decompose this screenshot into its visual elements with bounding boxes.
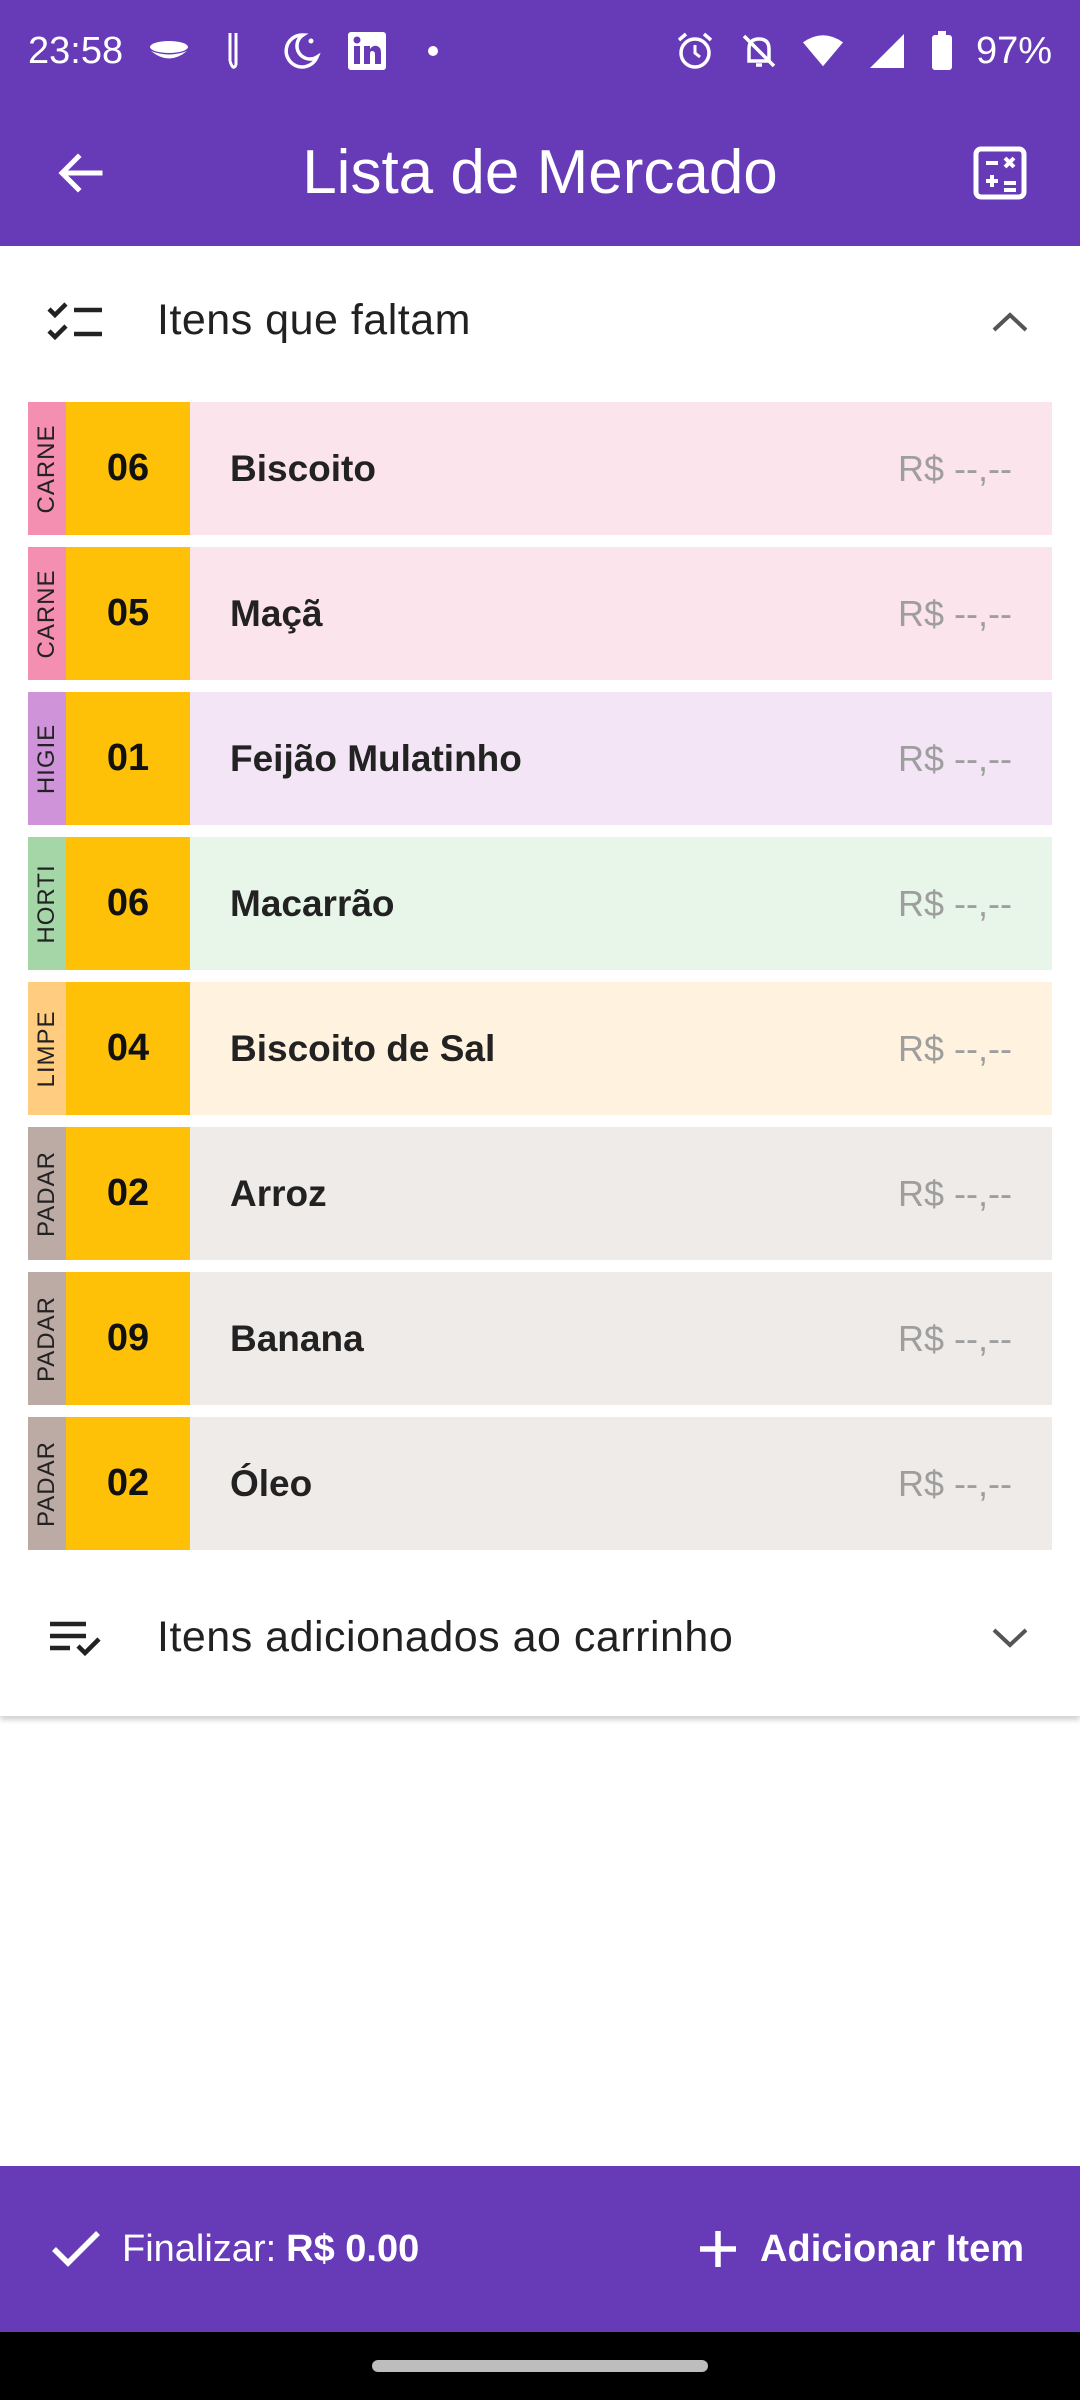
- item-name: Arroz: [230, 1173, 327, 1214]
- linkedin-icon: [346, 30, 388, 72]
- list-item[interactable]: PADAR 02 Óleo R$ --,--: [28, 1417, 1052, 1550]
- missing-items-header[interactable]: Itens que faltam: [0, 246, 1080, 398]
- item-name: Biscoito de Sal: [230, 1028, 496, 1069]
- chevron-down-icon[interactable]: [980, 1608, 1040, 1668]
- battery-icon: [930, 30, 954, 72]
- item-price: R$ --,--: [898, 1318, 1012, 1359]
- category-tag: CARNE: [28, 547, 66, 680]
- moon-icon: [280, 30, 322, 72]
- item-name: Maçã: [230, 593, 323, 634]
- home-gesture-handle[interactable]: [372, 2360, 708, 2372]
- signal-icon: [866, 30, 908, 72]
- status-bar: 23:58 97%: [0, 0, 1080, 100]
- pen-icon: [214, 30, 256, 72]
- check-icon: [52, 2231, 100, 2267]
- category-tag: PADAR: [28, 1417, 66, 1550]
- category-label: HIGIE: [33, 723, 60, 794]
- plus-icon: [700, 2231, 737, 2267]
- item-name: Feijão Mulatinho: [230, 738, 522, 779]
- category-label: PADAR: [33, 1440, 60, 1527]
- quantity-badge: 04: [66, 982, 190, 1115]
- item-price: R$ --,--: [898, 738, 1012, 779]
- playlist-check-icon: [46, 1608, 106, 1668]
- quantity-badge: 09: [66, 1272, 190, 1405]
- quantity-badge: 02: [66, 1127, 190, 1260]
- item-price: R$ --,--: [898, 1028, 1012, 1069]
- wifi-icon: [802, 30, 844, 72]
- incognito-icon: [148, 30, 190, 72]
- category-tag: HIGIE: [28, 692, 66, 825]
- calculator-button[interactable]: [960, 133, 1040, 213]
- add-item-button[interactable]: Adicionar Item: [696, 2166, 1024, 2332]
- item-body: Arroz R$ --,--: [190, 1127, 1052, 1260]
- finalize-total: R$ 0.00: [286, 2227, 420, 2270]
- battery-percent: 97%: [975, 30, 1052, 72]
- arrow-back-icon: [58, 153, 103, 193]
- item-body: Macarrão R$ --,--: [190, 837, 1052, 970]
- back-button[interactable]: [40, 133, 120, 213]
- status-time: 23:58: [28, 30, 124, 72]
- checklist-icon: [46, 292, 106, 352]
- dot-icon: [412, 30, 454, 72]
- category-label: CARNE: [33, 423, 60, 514]
- quantity-badge: 02: [66, 1417, 190, 1550]
- item-body: Biscoito R$ --,--: [190, 402, 1052, 535]
- missing-items-title: Itens que faltam: [157, 296, 471, 344]
- system-icons: 97%: [674, 28, 1052, 74]
- category-tag: HORTI: [28, 837, 66, 970]
- item-price: R$ --,--: [898, 593, 1012, 634]
- list-item[interactable]: HIGIE 01 Feijão Mulatinho R$ --,--: [28, 692, 1052, 825]
- category-label: CARNE: [33, 568, 60, 659]
- item-body: Biscoito de Sal R$ --,--: [190, 982, 1052, 1115]
- quantity-badge: 06: [66, 837, 190, 970]
- app-bar: Lista de Mercado: [0, 100, 1080, 246]
- item-name: Banana: [230, 1318, 364, 1359]
- cart-items-header[interactable]: Itens adicionados ao carrinho: [0, 1560, 1080, 1716]
- list-item[interactable]: HORTI 06 Macarrão R$ --,--: [28, 837, 1052, 970]
- item-price: R$ --,--: [898, 448, 1012, 489]
- category-label: PADAR: [33, 1150, 60, 1237]
- item-name: Biscoito: [230, 448, 376, 489]
- category-tag: PADAR: [28, 1127, 66, 1260]
- quantity-badge: 06: [66, 402, 190, 535]
- list-item[interactable]: CARNE 06 Biscoito R$ --,--: [28, 402, 1052, 535]
- calculator-icon: [973, 146, 1027, 200]
- item-name: Óleo: [230, 1463, 313, 1504]
- list-item[interactable]: CARNE 05 Maçã R$ --,--: [28, 547, 1052, 680]
- item-price: R$ --,--: [898, 1173, 1012, 1214]
- item-name: Macarrão: [230, 883, 395, 924]
- category-tag: LIMPE: [28, 982, 66, 1115]
- missing-items-list: CARNE 06 Biscoito R$ --,-- CARNE 05 Maçã R$ --,…: [28, 402, 1052, 1562]
- bell-off-icon: [738, 30, 780, 72]
- bottom-action-bar: Finalizar: R$ 0.00 Adicionar Item: [0, 2166, 1080, 2332]
- item-body: Óleo R$ --,--: [190, 1417, 1052, 1550]
- category-tag: CARNE: [28, 402, 66, 535]
- list-item[interactable]: PADAR 02 Arroz R$ --,--: [28, 1127, 1052, 1260]
- finalize-label: Finalizar:: [122, 2227, 277, 2270]
- add-item-label: Adicionar Item: [760, 2227, 1024, 2270]
- finalize-button[interactable]: Finalizar: R$ 0.00: [50, 2166, 419, 2332]
- item-body: Banana R$ --,--: [190, 1272, 1052, 1405]
- alarm-icon: [674, 30, 716, 72]
- list-item[interactable]: LIMPE 04 Biscoito de Sal R$ --,--: [28, 982, 1052, 1115]
- notification-icons: [148, 28, 454, 74]
- category-label: LIMPE: [33, 1009, 60, 1088]
- item-price: R$ --,--: [898, 1463, 1012, 1504]
- category-label: HORTI: [33, 863, 60, 944]
- cart-items-title: Itens adicionados ao carrinho: [157, 1613, 734, 1661]
- quantity-badge: 01: [66, 692, 190, 825]
- category-label: PADAR: [33, 1295, 60, 1382]
- item-body: Maçã R$ --,--: [190, 547, 1052, 680]
- item-body: Feijão Mulatinho R$ --,--: [190, 692, 1052, 825]
- category-tag: PADAR: [28, 1272, 66, 1405]
- item-price: R$ --,--: [898, 883, 1012, 924]
- chevron-up-icon[interactable]: [980, 292, 1040, 352]
- page-title: Lista de Mercado: [302, 138, 778, 207]
- list-item[interactable]: PADAR 09 Banana R$ --,--: [28, 1272, 1052, 1405]
- navigation-bar: [0, 2332, 1080, 2400]
- quantity-badge: 05: [66, 547, 190, 680]
